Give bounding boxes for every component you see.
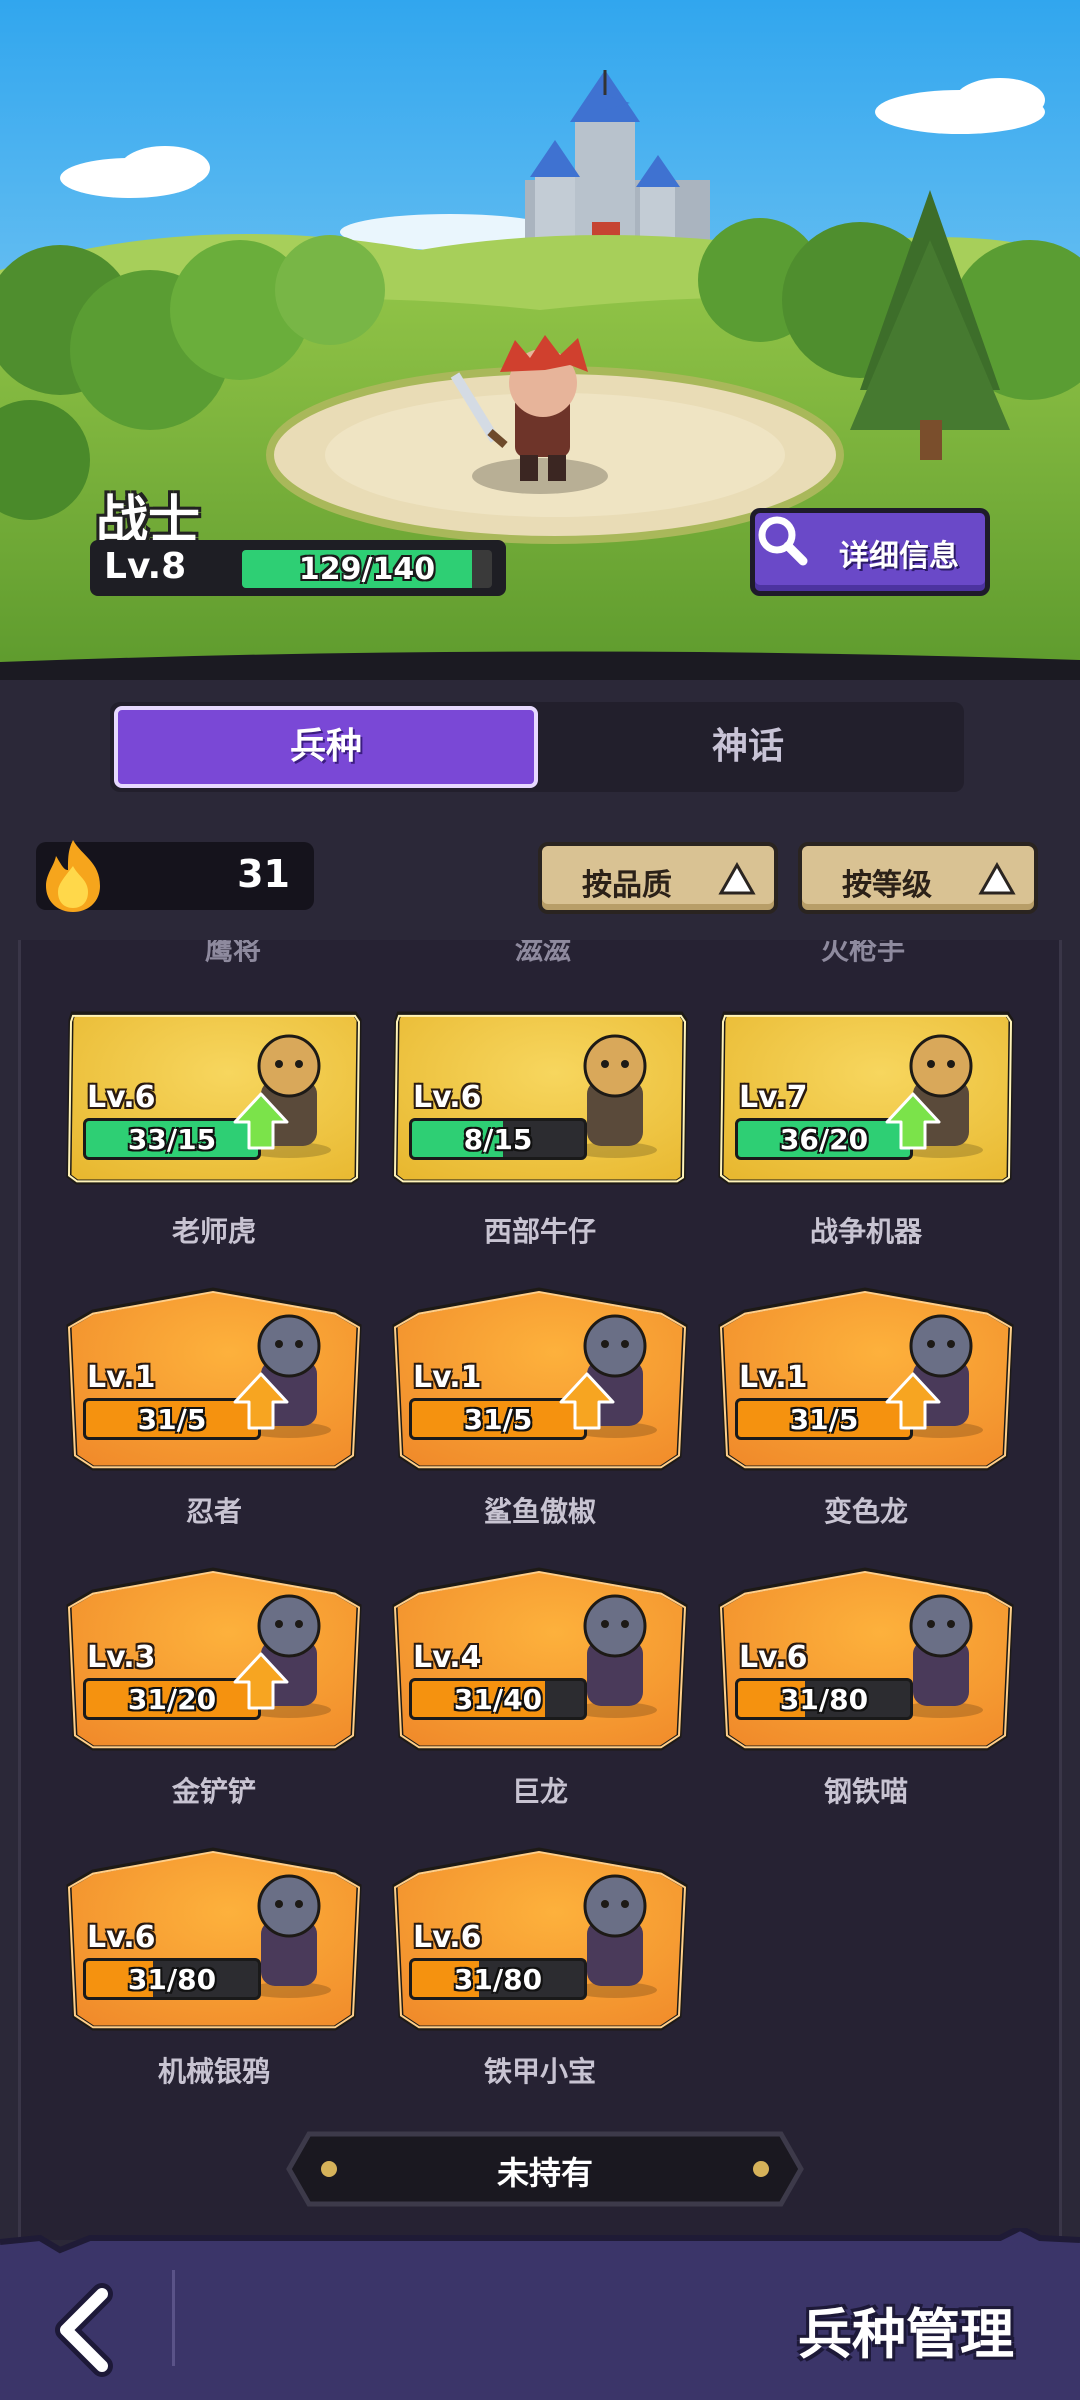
flame-count: 31	[237, 852, 290, 896]
unit-name: 巨龙	[511, 1775, 568, 1808]
magnifier-icon	[758, 516, 808, 566]
unit-name: 西部牛仔	[483, 1215, 596, 1248]
not-owned-section-header[interactable]: 未持有	[285, 2128, 805, 2210]
partial-row-names: 鹰将 滋滋 火枪手	[21, 940, 1059, 968]
unit-progress-bar: 31/80	[735, 1678, 913, 1720]
unit-card[interactable]: Lv.6 31/80	[63, 1846, 365, 2031]
unit-level: Lv.1	[739, 1360, 808, 1395]
page-title: 兵种管理	[798, 2303, 1014, 2366]
unit-management-screen: 战士 Lv.8 129/140 详细信息 兵种 神话 31 按品质 按等级 鹰将…	[0, 0, 1080, 2400]
unit-card[interactable]: Lv.6 31/80	[389, 1846, 691, 2031]
battle-scene: 战士 Lv.8 129/140 详细信息	[0, 0, 1080, 680]
unit-level: Lv.6	[739, 1640, 808, 1675]
unit-name: 变色龙	[823, 1495, 908, 1528]
unit-level: Lv.6	[87, 1080, 156, 1115]
unit-card[interactable]: Lv.1 31/5	[389, 1286, 691, 1471]
unit-name: 机械银鸦	[157, 2055, 270, 2088]
unit-card[interactable]: Lv.6 31/80	[715, 1566, 1017, 1751]
unit-card[interactable]: Lv.6 33/15	[63, 1006, 365, 1188]
chevron-left-icon[interactable]	[40, 2280, 130, 2380]
unit-card[interactable]: Lv.4 31/40	[389, 1566, 691, 1751]
upgrade-arrow-icon	[233, 1092, 289, 1150]
not-owned-label: 未持有	[496, 2154, 593, 2192]
triangle-up-icon	[978, 862, 1016, 895]
upgrade-arrow-icon	[885, 1372, 941, 1430]
unit-progress-text: 31/80	[453, 1963, 543, 1996]
unit-progress-text: 8/15	[463, 1123, 533, 1156]
unit-name: 金铲铲	[171, 1775, 256, 1808]
unit-level: Lv.3	[87, 1640, 156, 1675]
unit-level: Lv.6	[87, 1920, 156, 1955]
unit-level: Lv.6	[413, 1080, 482, 1115]
unit-name: 钢铁喵	[823, 1775, 908, 1808]
unit-name: 战争机器	[809, 1215, 922, 1248]
hero-xp-text: 129/140	[298, 552, 436, 587]
upgrade-arrow-icon	[559, 1372, 615, 1430]
nav-divider	[172, 2270, 175, 2366]
unit-card[interactable]: Lv.6 8/15	[389, 1006, 691, 1188]
sort-level-label: 按等级	[842, 868, 932, 903]
unit-progress-bar: 31/40	[409, 1678, 587, 1720]
unit-progress-text: 31/80	[127, 1963, 217, 1996]
unit-progress-bar: 31/80	[83, 1958, 261, 2000]
unit-card[interactable]: Lv.3 31/20	[63, 1566, 365, 1751]
partial-unit-name: 滋滋	[514, 940, 571, 966]
unit-name: 老师虎	[171, 1215, 256, 1248]
partial-unit-name: 鹰将	[204, 940, 261, 966]
unit-level: Lv.6	[413, 1920, 482, 1955]
unit-progress-bar: 8/15	[409, 1118, 587, 1160]
unit-level: Lv.1	[87, 1360, 156, 1395]
flame-resource-counter: 31	[36, 840, 314, 912]
partial-unit-name: 火枪手	[820, 940, 905, 966]
unit-level: Lv.1	[413, 1360, 482, 1395]
sort-by-quality-button[interactable]: 按品质	[538, 842, 778, 914]
bottom-nav-bar: 兵种管理	[0, 2228, 1080, 2400]
unit-name: 忍者	[185, 1495, 242, 1528]
unit-progress-bar: 31/80	[409, 1958, 587, 2000]
hero-level: Lv.8	[104, 546, 187, 587]
upgrade-arrow-icon	[885, 1092, 941, 1150]
tab-myth[interactable]: 神话	[536, 706, 960, 788]
unit-name: 鲨鱼傲椒	[483, 1495, 596, 1528]
sort-by-level-button[interactable]: 按等级	[798, 842, 1038, 914]
unit-level: Lv.4	[413, 1640, 482, 1675]
unit-progress-text: 31/80	[779, 1683, 869, 1716]
hero-xp-bar: 129/140	[242, 550, 492, 588]
unit-card[interactable]: Lv.7 36/20	[715, 1006, 1017, 1188]
sort-quality-label: 按品质	[582, 868, 672, 903]
flame-icon	[46, 840, 100, 912]
unit-progress-text: 31/40	[453, 1683, 543, 1716]
hero-level-bar: Lv.8 129/140	[90, 540, 506, 596]
unit-list-panel[interactable]: 鹰将 滋滋 火枪手 Lv.6 33/15 老师虎 Lv.6 8/15 西部牛仔 Lv.7 36…	[18, 940, 1062, 2240]
detail-info-label: 详细信息	[839, 539, 959, 574]
triangle-up-icon	[718, 862, 756, 895]
tab-units[interactable]: 兵种	[114, 706, 538, 788]
unit-card[interactable]: Lv.1 31/5	[715, 1286, 1017, 1471]
tab-bar: 兵种 神话	[110, 702, 964, 792]
unit-card[interactable]: Lv.1 31/5	[63, 1286, 365, 1471]
upgrade-arrow-icon	[233, 1652, 289, 1710]
unit-level: Lv.7	[739, 1080, 808, 1115]
detail-info-button[interactable]: 详细信息	[750, 508, 990, 596]
upgrade-arrow-icon	[233, 1372, 289, 1430]
unit-name: 铁甲小宝	[483, 2055, 596, 2088]
